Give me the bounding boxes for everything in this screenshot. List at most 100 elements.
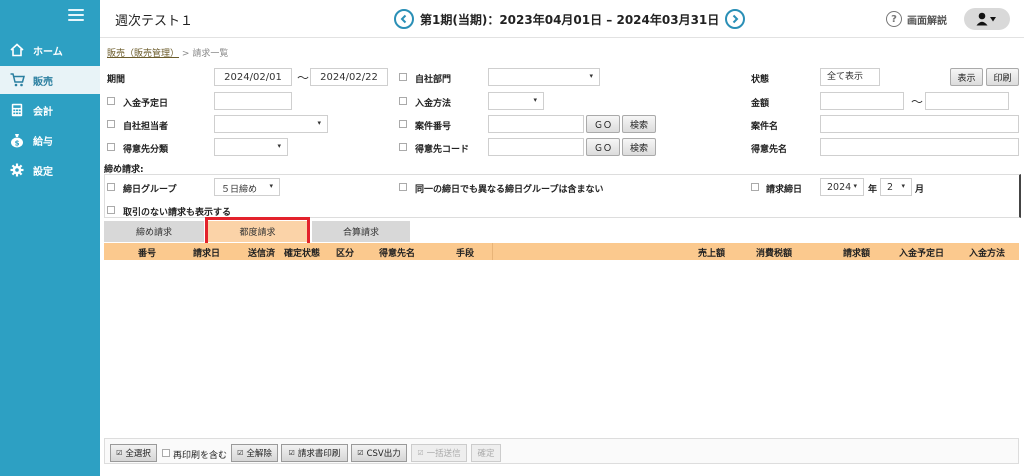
print-invoice-button[interactable]: ☑ 請求書印刷 bbox=[281, 444, 348, 462]
case-no-checkbox[interactable] bbox=[399, 120, 407, 128]
sidebar-item-label: 販売 bbox=[33, 76, 53, 88]
col-billing-date[interactable]: 請求日 bbox=[193, 246, 220, 259]
case-go-button[interactable]: ＧＯ bbox=[586, 115, 620, 133]
help-link[interactable]: ? 画面解説 bbox=[886, 11, 947, 27]
next-period-button[interactable] bbox=[725, 9, 746, 29]
chevron-down-icon: ▾ bbox=[589, 72, 593, 80]
no-txn-checkbox[interactable] bbox=[107, 206, 115, 214]
include-printed-checkbox[interactable] bbox=[162, 449, 170, 457]
customer-code-input[interactable] bbox=[488, 138, 584, 156]
payment-method-select[interactable]: ▾ bbox=[488, 92, 544, 110]
chevron-down-icon: ▾ bbox=[277, 142, 281, 150]
customer-go-button[interactable]: ＧＯ bbox=[586, 138, 620, 156]
closing-group-select[interactable]: ５日締め ▾ bbox=[214, 178, 280, 196]
sidebar-item-sales[interactable]: 販売 bbox=[0, 66, 100, 94]
tab-closing-billing[interactable]: 締め請求 bbox=[104, 221, 204, 242]
checkbox-icon: ☑ bbox=[116, 449, 123, 457]
case-no-input[interactable] bbox=[488, 115, 584, 133]
calculator-icon bbox=[9, 102, 25, 118]
payment-method-checkbox[interactable] bbox=[399, 97, 407, 105]
money-bag-icon: $ bbox=[9, 132, 25, 148]
col-number[interactable]: 番号 bbox=[138, 246, 156, 259]
exclude-group-checkbox[interactable] bbox=[399, 183, 407, 191]
sidebar-item-settings[interactable]: 設定 bbox=[0, 156, 100, 184]
user-menu-button[interactable] bbox=[964, 8, 1010, 30]
customer-class-label: 得意先分類 bbox=[123, 145, 169, 155]
chevron-down-icon: ▾ bbox=[853, 182, 857, 190]
col-sales-amount[interactable]: 売上額 bbox=[698, 246, 725, 259]
col-due-date[interactable]: 入金予定日 bbox=[899, 246, 944, 259]
staff-select[interactable]: ▾ bbox=[214, 115, 328, 133]
amount-label: 金額 bbox=[751, 99, 770, 109]
billing-day-checkbox[interactable] bbox=[751, 183, 759, 191]
customer-code-checkbox[interactable] bbox=[399, 143, 407, 151]
checkbox-icon: ☑ bbox=[357, 449, 364, 457]
dept-select[interactable]: ▾ bbox=[488, 68, 600, 86]
csv-export-button[interactable]: ☑ CSV出力 bbox=[351, 444, 407, 462]
case-name-input[interactable] bbox=[820, 115, 1019, 133]
deselect-all-button[interactable]: ☑ 全解除 bbox=[231, 444, 278, 462]
table-body bbox=[104, 260, 1019, 438]
col-category[interactable]: 区分 bbox=[336, 246, 354, 259]
customer-class-checkbox[interactable] bbox=[107, 143, 115, 151]
page-title: 週次テスト１ bbox=[115, 14, 194, 29]
year-select[interactable]: 2024 ▾ bbox=[820, 178, 864, 196]
tab-combined-billing[interactable]: 合算請求 bbox=[312, 221, 410, 242]
amount-from-input[interactable] bbox=[820, 92, 904, 110]
customer-name-label: 得意先名 bbox=[751, 145, 788, 155]
cart-icon bbox=[9, 72, 25, 88]
col-customer-name[interactable]: 得意先名 bbox=[379, 246, 415, 259]
col-tax-amount[interactable]: 消費税額 bbox=[756, 246, 792, 259]
sidebar-item-accounting[interactable]: 会計 bbox=[0, 96, 100, 124]
bulk-send-button[interactable]: ☑ 一括送信 bbox=[411, 444, 467, 462]
due-date-input[interactable] bbox=[214, 92, 292, 110]
chevron-down-icon: ▾ bbox=[901, 182, 905, 190]
col-billing-amount[interactable]: 請求額 bbox=[843, 246, 870, 259]
chevron-left-icon bbox=[400, 14, 407, 24]
print-button[interactable]: 印刷 bbox=[986, 68, 1019, 86]
col-sent[interactable]: 送信済 bbox=[248, 246, 275, 259]
menu-icon[interactable] bbox=[68, 9, 84, 21]
case-search-button[interactable]: 検索 bbox=[622, 115, 656, 133]
amount-to-input[interactable] bbox=[925, 92, 1009, 110]
col-payment-method[interactable]: 入金方法 bbox=[969, 246, 1005, 259]
due-date-checkbox[interactable] bbox=[107, 97, 115, 105]
sidebar-item-home[interactable]: ホーム bbox=[0, 36, 100, 64]
month-unit: 月 bbox=[915, 185, 925, 195]
year-value: 2024 bbox=[827, 182, 852, 193]
prev-period-button[interactable] bbox=[394, 9, 414, 29]
sidebar: ホーム 販売 会計 $ 給与 設定 bbox=[0, 0, 100, 476]
show-button[interactable]: 表示 bbox=[950, 68, 983, 86]
closing-group-checkbox[interactable] bbox=[107, 183, 115, 191]
period-nav: 第1期(当期)：2023年04月01日 – 2024年03月31日 bbox=[394, 9, 746, 29]
month-select[interactable]: 2 ▾ bbox=[880, 178, 912, 196]
tab-label: 締め請求 bbox=[135, 228, 172, 238]
closing-group-value: ５日締め bbox=[221, 185, 258, 195]
confirm-button[interactable]: 確定 bbox=[471, 444, 501, 462]
breadcrumb-current: 請求一覧 bbox=[192, 49, 229, 59]
help-label: 画面解説 bbox=[907, 15, 947, 27]
customer-search-button[interactable]: 検索 bbox=[622, 138, 656, 156]
col-method[interactable]: 手段 bbox=[456, 246, 474, 259]
due-date-label: 入金予定日 bbox=[123, 99, 169, 109]
breadcrumb: 販売（販売管理） > 請求一覧 bbox=[107, 46, 228, 59]
checkbox-icon: ☑ bbox=[288, 449, 295, 457]
customer-name-input[interactable] bbox=[820, 138, 1019, 156]
tab-highlight-box bbox=[205, 217, 310, 246]
exclude-group-label: 同一の締日でも異なる締日グループは含まない bbox=[415, 185, 604, 195]
sidebar-item-label: ホーム bbox=[33, 46, 63, 58]
sidebar-item-payroll[interactable]: $ 給与 bbox=[0, 126, 100, 154]
period-from-input[interactable]: 2024/02/01 bbox=[214, 68, 292, 86]
select-all-button[interactable]: ☑ 全選択 bbox=[110, 444, 157, 462]
chevron-right-icon bbox=[733, 14, 739, 24]
range-tilde: 〜 bbox=[297, 71, 310, 85]
period-to-input[interactable]: 2024/02/22 bbox=[310, 68, 388, 86]
breadcrumb-link-sales[interactable]: 販売（販売管理） bbox=[107, 49, 179, 59]
checkbox-icon: ☑ bbox=[417, 449, 424, 457]
period-label: 期間 bbox=[107, 75, 126, 85]
customer-class-select[interactable]: ▾ bbox=[214, 138, 288, 156]
staff-checkbox[interactable] bbox=[107, 120, 115, 128]
status-select[interactable]: 全て表示 bbox=[820, 68, 880, 86]
dept-checkbox[interactable] bbox=[399, 73, 407, 81]
col-confirm-status[interactable]: 確定状態 bbox=[284, 246, 320, 259]
